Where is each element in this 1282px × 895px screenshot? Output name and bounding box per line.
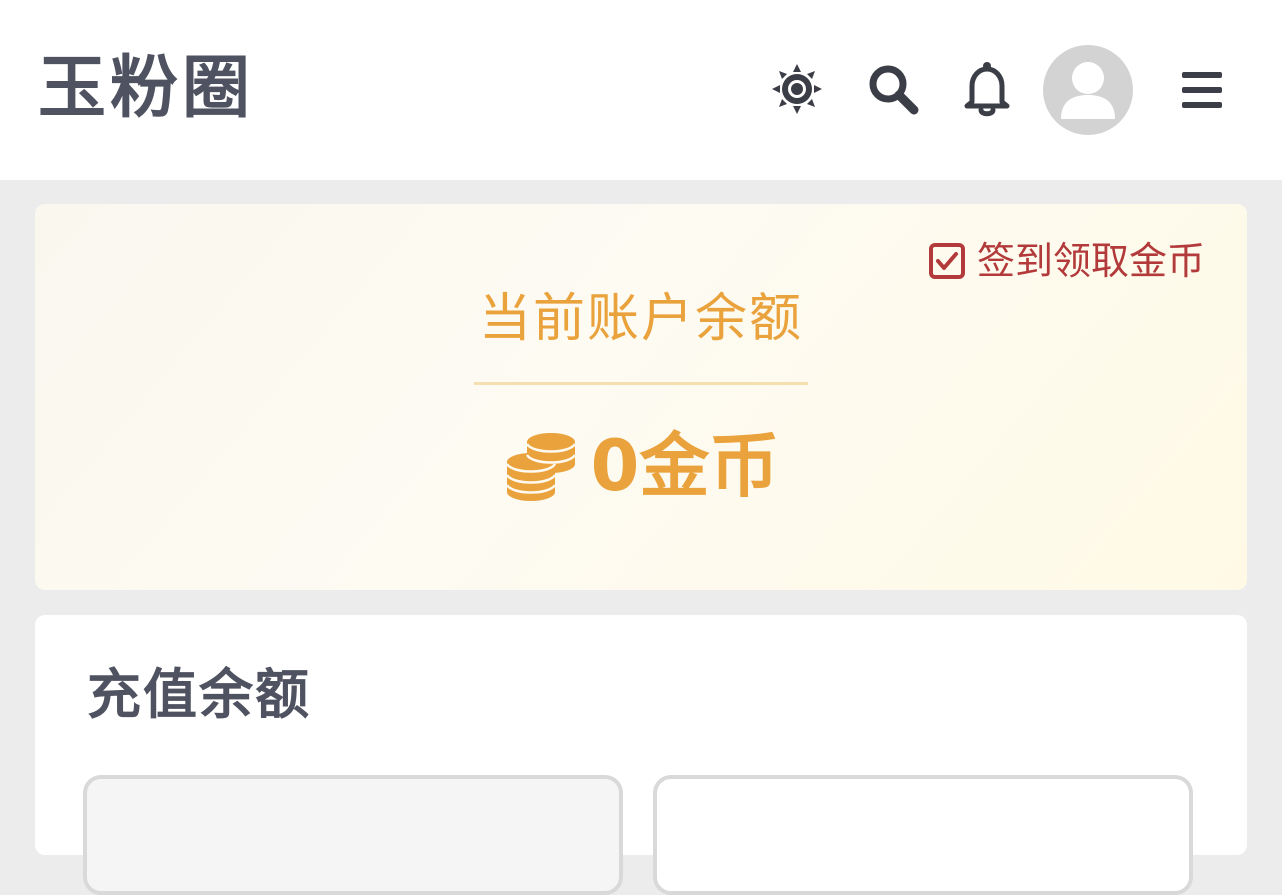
account-balance-card: 签到领取金币 当前账户余额 0金币	[35, 204, 1247, 590]
theme-toggle-sun-icon[interactable]	[770, 62, 824, 116]
recharge-title: 充值余额	[87, 663, 311, 726]
search-icon[interactable]	[864, 60, 922, 118]
notification-bell-icon[interactable]	[960, 60, 1014, 118]
recharge-card: 充值余额	[35, 615, 1247, 895]
coins-icon	[503, 428, 579, 504]
user-avatar[interactable]	[1043, 45, 1133, 135]
recharge-option-2[interactable]	[653, 775, 1193, 895]
balance-divider	[474, 382, 808, 385]
hamburger-menu-icon[interactable]	[1178, 70, 1226, 110]
balance-amount-row: 0金币	[35, 424, 1247, 508]
top-header: 玉粉圈	[0, 0, 1282, 180]
checkin-button[interactable]: 签到领取金币	[928, 238, 1205, 284]
balance-amount: 0金币	[590, 425, 780, 507]
site-logo[interactable]: 玉粉圈	[38, 44, 254, 134]
checkbox-checked-icon	[928, 243, 965, 279]
checkin-label: 签到领取金币	[976, 239, 1205, 283]
balance-title: 当前账户余额	[478, 289, 803, 349]
recharge-option-1[interactable]	[83, 775, 623, 895]
